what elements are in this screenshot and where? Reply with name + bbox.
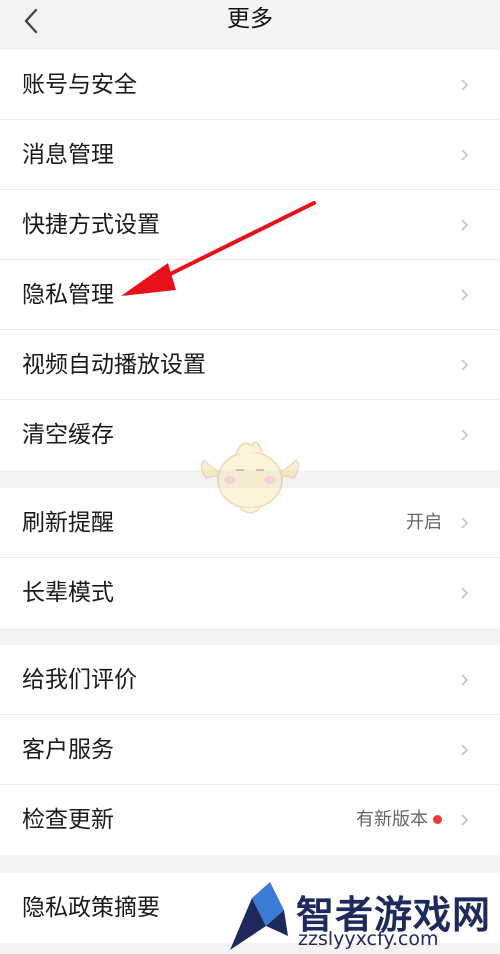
- row-label: 清空缓存: [22, 422, 114, 448]
- row-label: 快捷方式设置: [22, 212, 160, 238]
- chevron-right-icon: [461, 517, 469, 529]
- row-elder-mode[interactable]: 长辈模式: [0, 558, 500, 628]
- row-rate-us[interactable]: 给我们评价: [0, 645, 500, 715]
- page-title: 更多: [227, 6, 273, 32]
- chevron-right-icon: [461, 814, 469, 826]
- row-label: 账号与安全: [22, 72, 137, 98]
- site-watermark: 智者游戏网 zzslyyxcfy.com: [222, 880, 500, 954]
- chevron-right-icon: [461, 149, 469, 161]
- chevron-right-icon: [461, 289, 469, 301]
- row-account-security[interactable]: 账号与安全: [0, 50, 500, 120]
- chevron-right-icon: [461, 79, 469, 91]
- chevron-right-icon: [461, 219, 469, 231]
- row-label: 客户服务: [22, 737, 114, 763]
- row-check-update[interactable]: 检查更新 有新版本: [0, 785, 500, 855]
- row-shortcut-settings[interactable]: 快捷方式设置: [0, 190, 500, 260]
- row-label: 隐私政策摘要: [22, 895, 160, 921]
- mascot-watermark: [200, 441, 300, 514]
- row-label: 视频自动播放设置: [22, 352, 206, 378]
- site-logo-icon: [230, 882, 288, 950]
- row-label: 给我们评价: [22, 667, 137, 693]
- row-message-management[interactable]: 消息管理: [0, 120, 500, 190]
- row-label: 刷新提醒: [22, 510, 114, 536]
- chevron-right-icon: [461, 587, 469, 599]
- row-label: 消息管理: [22, 142, 114, 168]
- update-dot: [433, 815, 442, 824]
- row-label: 长辈模式: [22, 580, 114, 606]
- row-value: 开启: [406, 512, 442, 533]
- chevron-right-icon: [461, 744, 469, 756]
- chevron-right-icon: [461, 359, 469, 371]
- chevron-right-icon: [461, 429, 469, 441]
- chevron-right-icon: [461, 674, 469, 686]
- settings-group-account: 账号与安全 消息管理 快捷方式设置 隐私管理 视频自动播放设置 清空缓存: [0, 50, 500, 470]
- row-privacy-management[interactable]: 隐私管理: [0, 260, 500, 330]
- row-video-autoplay[interactable]: 视频自动播放设置: [0, 330, 500, 400]
- row-customer-service[interactable]: 客户服务: [0, 715, 500, 785]
- settings-group-support: 给我们评价 客户服务 检查更新 有新版本: [0, 645, 500, 855]
- top-bar: 更多: [0, 0, 500, 50]
- row-label: 检查更新: [22, 807, 114, 833]
- watermark-url: zzslyyxcfy.com: [298, 928, 439, 950]
- row-label: 隐私管理: [22, 282, 114, 308]
- row-value: 有新版本: [356, 809, 428, 830]
